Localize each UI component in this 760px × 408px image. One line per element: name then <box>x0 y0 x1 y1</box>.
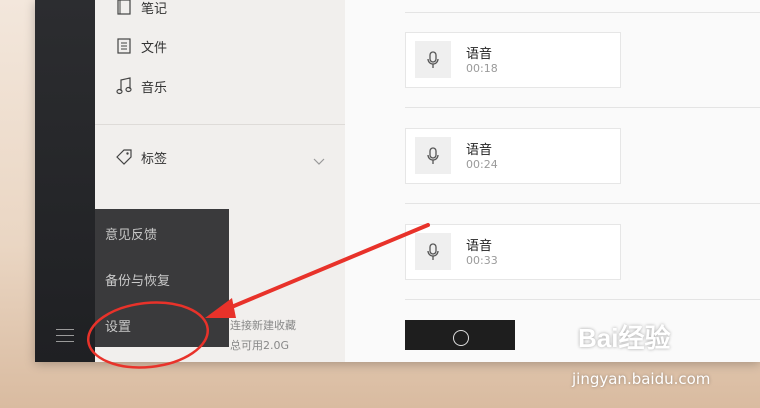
annotation-arrow <box>220 223 430 313</box>
watermark-logo: Bai经验 <box>578 323 671 353</box>
annotation-arrowhead <box>205 298 236 318</box>
watermark-site: jingyan.baidu.com <box>572 370 711 388</box>
annotation-circle <box>86 301 210 369</box>
watermark: Bai经验 jingyan.baidu.com <box>572 318 710 388</box>
